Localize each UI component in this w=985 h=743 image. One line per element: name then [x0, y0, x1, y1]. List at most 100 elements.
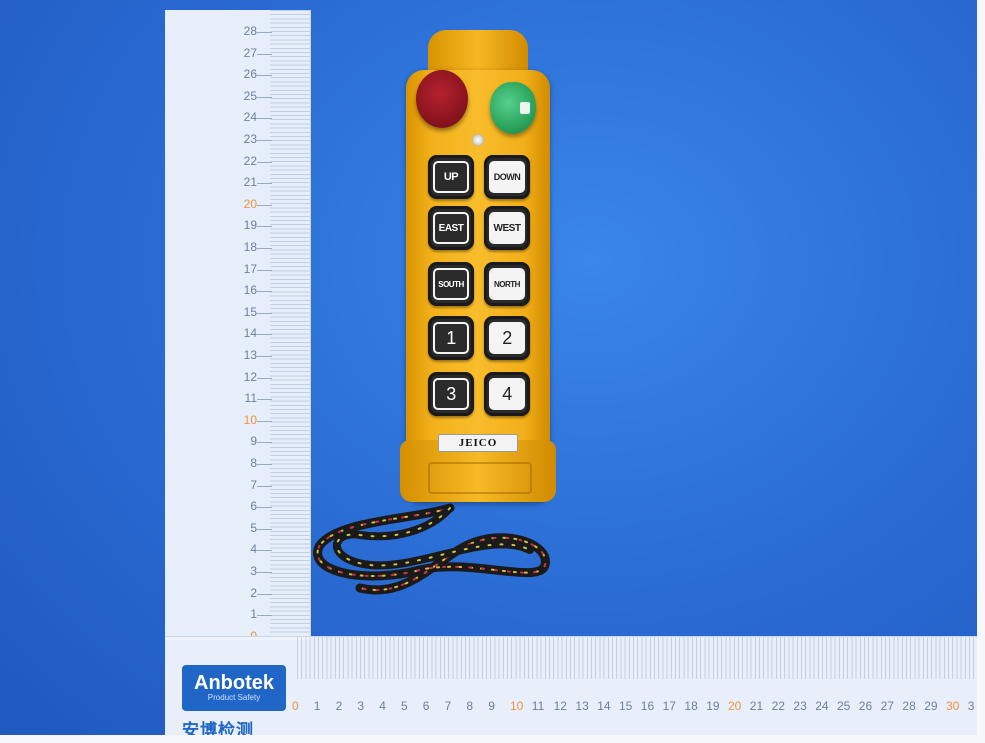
down-button-label: DOWN: [489, 161, 525, 193]
horizontal-ruler-label: 8: [466, 699, 474, 713]
vertical-ruler-tick: [257, 96, 272, 98]
vertical-ruler-tick: [257, 485, 272, 487]
vertical-ruler-tick: [257, 118, 272, 120]
horizontal-ruler-label: 3: [357, 699, 365, 713]
vertical-ruler-tick: [257, 204, 272, 206]
horizontal-ruler-label: 4: [379, 699, 386, 713]
button-3[interactable]: 3: [428, 372, 474, 416]
vertical-ruler-tick: [257, 183, 272, 185]
horizontal-ruler-label: 10: [510, 699, 524, 713]
image-right-edge: [977, 0, 985, 743]
button-1[interactable]: 1: [428, 316, 474, 360]
horizontal-ruler-label: 18: [684, 699, 698, 713]
vertical-ruler-tick: [257, 248, 272, 249]
south-button-label: SOUTH: [433, 268, 469, 300]
vertical-ruler-label: 9: [250, 434, 257, 449]
vertical-ruler-tick: [257, 291, 272, 293]
vertical-ruler-tick: [257, 312, 272, 314]
east-button-label: EAST: [433, 212, 469, 244]
vertical-ruler-tick: [257, 442, 272, 444]
horizontal-ruler-label: 22: [771, 699, 785, 713]
image-bottom-edge: [0, 735, 985, 743]
horizontal-ruler-label: 3: [967, 699, 975, 713]
vertical-ruler-tick: [257, 593, 272, 595]
brand-label: JEICO: [438, 434, 518, 452]
product-photo: 28 27 26 25 24 23 22 21 20 19 18 17 16 15 14 13 12 11 10 9 8…: [0, 0, 985, 743]
vertical-ruler-tick: [257, 226, 272, 228]
vertical-ruler-tick: [257, 550, 272, 552]
emergency-stop-button[interactable]: [416, 70, 468, 128]
vertical-ruler-label: 20: [243, 196, 257, 211]
button-4-label: 4: [489, 378, 525, 410]
north-button[interactable]: NORTH: [484, 262, 530, 306]
horizontal-ruler-label: 17: [662, 699, 676, 713]
vertical-ruler-label: 1: [250, 607, 257, 622]
vertical-ruler-label: 11: [244, 391, 257, 406]
vertical-ruler-tick: [257, 528, 272, 530]
button-2-label: 2: [489, 322, 525, 354]
logo-main-text: Anbotek: [194, 672, 274, 694]
vertical-ruler-label: 25: [243, 88, 257, 103]
vertical-ruler-label: 26: [243, 67, 257, 82]
south-button[interactable]: SOUTH: [428, 262, 474, 306]
vertical-ruler-label: 15: [243, 304, 257, 319]
button-3-label: 3: [433, 378, 469, 410]
horizontal-ruler-label: 24: [815, 699, 829, 713]
horizontal-ruler-label: 6: [422, 699, 430, 713]
vertical-ruler-label: 7: [250, 477, 257, 492]
horizontal-ruler-mm-ticks: [297, 637, 985, 679]
battery-cap-outline: [428, 462, 532, 494]
power-key-switch[interactable]: [490, 82, 536, 134]
vertical-ruler-tick: [257, 269, 272, 271]
vertical-ruler-label: 21: [243, 175, 257, 190]
horizontal-ruler-label: 9: [488, 699, 495, 713]
button-1-label: 1: [433, 322, 469, 354]
vertical-ruler-tick: [257, 572, 272, 573]
horizontal-ruler-label: 0: [292, 699, 299, 713]
lanyard-cord: [313, 503, 550, 595]
vertical-ruler-tick: [257, 399, 272, 401]
horizontal-ruler-label: 23: [793, 699, 807, 713]
vertical-ruler-tick: [257, 334, 272, 336]
vertical-ruler-label: 22: [243, 153, 257, 168]
vertical-ruler-tick: [257, 615, 272, 617]
button-4[interactable]: 4: [484, 372, 530, 416]
button-2[interactable]: 2: [484, 316, 530, 360]
anbotek-logo: Anbotek Product Safety: [182, 665, 286, 711]
horizontal-ruler-label: 7: [444, 699, 452, 713]
vertical-ruler-label: 18: [243, 240, 257, 254]
vertical-ruler-label: 14: [243, 326, 257, 341]
west-button[interactable]: WEST: [484, 206, 530, 250]
east-button[interactable]: EAST: [428, 206, 474, 250]
vertical-ruler-label: 27: [243, 45, 257, 60]
horizontal-ruler-label: 12: [553, 699, 567, 713]
vertical-ruler-label: 6: [250, 499, 257, 514]
vertical-ruler-label: 10: [243, 412, 257, 427]
west-button-label: WEST: [489, 212, 525, 244]
vertical-ruler-label: 5: [250, 520, 257, 535]
vertical-ruler-label: 13: [243, 348, 257, 362]
horizontal-ruler-label: 30: [946, 699, 960, 713]
up-button-label: UP: [433, 161, 469, 193]
vertical-ruler-tick: [257, 464, 272, 465]
vertical-ruler-tick: [257, 53, 272, 55]
vertical-ruler-label: 16: [243, 283, 257, 298]
vertical-ruler-tick: [257, 75, 272, 77]
horizontal-ruler-label: 25: [837, 699, 851, 713]
horizontal-ruler-label: 21: [749, 699, 764, 713]
vertical-ruler-label: 3: [250, 564, 257, 578]
vertical-ruler-tick: [257, 32, 272, 33]
key-switch-marker: [520, 102, 530, 114]
horizontal-ruler-label: 1: [313, 699, 321, 713]
vertical-ruler-tick: [257, 356, 272, 357]
vertical-ruler-label: 17: [243, 261, 257, 276]
vertical-ruler: 28 27 26 25 24 23 22 21 20 19 18 17 16 15 14 13 12 11 10 9 8…: [165, 10, 311, 643]
vertical-ruler-label: 8: [250, 456, 257, 470]
down-button[interactable]: DOWN: [484, 155, 530, 199]
horizontal-ruler-label: 27: [880, 699, 894, 713]
up-button[interactable]: UP: [428, 155, 474, 199]
horizontal-ruler-label: 29: [924, 699, 938, 713]
vertical-ruler-label: 12: [243, 369, 257, 384]
vertical-ruler-tick: [257, 420, 272, 422]
horizontal-ruler-label: 14: [597, 699, 611, 713]
